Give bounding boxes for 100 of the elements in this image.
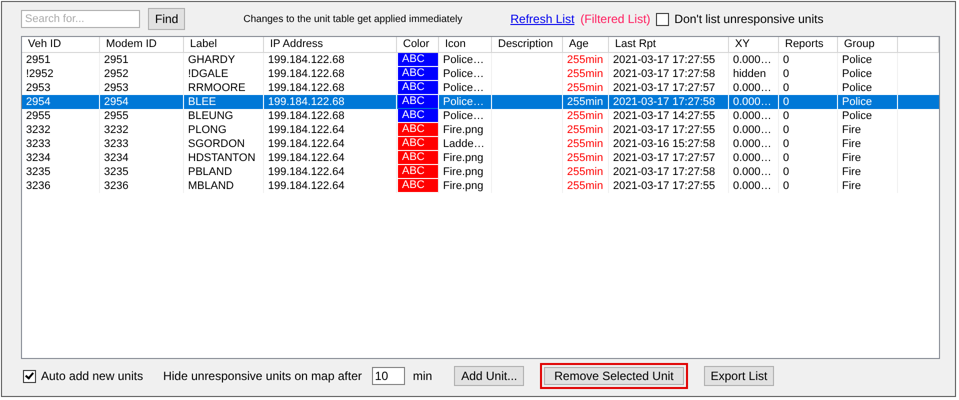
table-cell: 199.184.122.64 <box>264 123 397 137</box>
table-row[interactable]: 3234 3234 HDSTANTON 199.184.122.64 ABC Fire.png 255min 2021-03-17 17:27:57 0.000… 0 Fire <box>22 151 939 165</box>
filter-status: (Filtered List) <box>580 12 650 26</box>
table-cell: 2951 <box>100 53 184 67</box>
table-cell: 0.000… <box>729 179 779 193</box>
table-row[interactable]: 3233 3233 SGORDON 199.184.122.64 ABC Ladde… 255min 2021-03-16 15:27:58 0.000… 0 Fire <box>22 137 939 151</box>
table-cell: Police <box>838 95 898 109</box>
refresh-link[interactable]: Refresh List <box>510 12 574 26</box>
table-cell: 3235 <box>100 165 184 179</box>
table-cell: 0.000… <box>729 95 779 109</box>
table-row[interactable]: 3232 3232 PLONG 199.184.122.64 ABC Fire.png 255min 2021-03-17 17:27:55 0.000… 0 Fire <box>22 123 939 137</box>
table-row[interactable]: 2951 2951 GHARDY 199.184.122.68 ABC Police… 255min 2021-03-17 17:27:55 0.000… 0 Police <box>22 53 939 67</box>
table-row[interactable]: 2954 2954 BLEE 199.184.122.68 ABC Police… 255min 2021-03-17 17:27:58 0.000… 0 Police <box>22 95 939 109</box>
action-button[interactable]: Add Unit... <box>454 366 524 386</box>
notice-text: Changes to the unit table get applied immediately <box>243 14 462 24</box>
action-button[interactable]: Export List <box>704 366 774 386</box>
table-cell: 0 <box>779 123 838 137</box>
table-cell: 255min <box>563 179 609 193</box>
table-cell: Fire <box>838 179 898 193</box>
table-row[interactable]: 3235 3235 PBLAND 199.184.122.64 ABC Fire.png 255min 2021-03-17 17:27:58 0.000… 0 Fire <box>22 165 939 179</box>
table-cell: Fire.png <box>439 179 492 193</box>
table-cell: 3236 <box>100 179 184 193</box>
table-cell: Fire.png <box>439 151 492 165</box>
column-header[interactable]: Veh ID <box>22 37 100 53</box>
minutes-unit: min <box>412 369 432 383</box>
table-cell: 255min <box>563 151 609 165</box>
table-cell: 3234 <box>100 151 184 165</box>
color-swatch: ABC <box>398 165 438 178</box>
table-cell: 3232 <box>22 123 100 137</box>
table-cell: 255min <box>563 123 609 137</box>
auto-add-checkbox[interactable]: Auto add new units <box>23 369 144 383</box>
table-cell: HDSTANTON <box>184 151 264 165</box>
table-cell: 0 <box>779 109 838 123</box>
table-cell: 0.000… <box>729 109 779 123</box>
table-cell: Police <box>838 67 898 81</box>
hide-label: Hide unresponsive units on map after <box>163 369 362 383</box>
table-row[interactable]: !2952 2952 !DGALE 199.184.122.68 ABC Police… 255min 2021-03-17 17:27:58 hidden 0 Police <box>22 67 939 81</box>
color-swatch: ABC <box>398 123 438 136</box>
table-cell: Police… <box>439 67 492 81</box>
table-cell: 0.000… <box>729 123 779 137</box>
table-cell: 2954 <box>100 95 184 109</box>
table-cell: Fire.png <box>439 123 492 137</box>
table-cell: 0 <box>779 137 838 151</box>
action-button[interactable]: Remove Selected Unit <box>540 363 688 389</box>
table-cell: Fire <box>838 151 898 165</box>
table-cell: SGORDON <box>184 137 264 151</box>
color-swatch: ABC <box>398 151 438 164</box>
table-cell: Police <box>838 109 898 123</box>
table-cell: 2955 <box>22 109 100 123</box>
table-cell: 0.000… <box>729 53 779 67</box>
table-cell: 255min <box>563 67 609 81</box>
table-cell: 199.184.122.64 <box>264 165 397 179</box>
table-cell: 3232 <box>100 123 184 137</box>
table-cell: 0 <box>779 67 838 81</box>
table-cell: 255min <box>563 53 609 67</box>
column-header[interactable]: XY <box>729 37 779 53</box>
minutes-field[interactable]: 10 <box>372 367 405 385</box>
table-cell: 199.184.122.68 <box>264 67 397 81</box>
column-header[interactable]: Label <box>184 37 264 53</box>
column-header[interactable]: Last Rpt <box>609 37 729 53</box>
table-cell: hidden <box>729 67 779 81</box>
table-cell: 3233 <box>22 137 100 151</box>
column-header[interactable]: Group <box>838 37 898 53</box>
color-swatch: ABC <box>398 53 438 66</box>
color-swatch: ABC <box>398 95 438 108</box>
table-cell: Fire <box>838 123 898 137</box>
column-header[interactable]: Age <box>563 37 609 53</box>
table-cell: 199.184.122.64 <box>264 179 397 193</box>
table-cell: 2021-03-16 15:27:58 <box>609 137 729 151</box>
table-cell: 2955 <box>100 109 184 123</box>
table-cell: BLEE <box>184 95 264 109</box>
color-swatch: ABC <box>398 81 438 94</box>
table-row[interactable]: 3236 3236 MBLAND 199.184.122.64 ABC Fire.png 255min 2021-03-17 17:27:55 0.000… 0 Fire <box>22 179 939 193</box>
table-cell: 199.184.122.64 <box>264 151 397 165</box>
table-cell: 2954 <box>22 95 100 109</box>
table-cell: !2952 <box>22 67 100 81</box>
hide-unresponsive-checkbox[interactable]: Don't list unresponsive units <box>656 12 824 26</box>
table-cell: Police… <box>439 95 492 109</box>
column-header[interactable]: IP Address <box>264 37 397 53</box>
table-cell: 0.000… <box>729 165 779 179</box>
empty-column-header <box>898 37 939 53</box>
column-header[interactable]: Modem ID <box>100 37 184 53</box>
table-cell: 2021-03-17 17:27:58 <box>609 67 729 81</box>
table-cell: 0 <box>779 95 838 109</box>
color-swatch: ABC <box>398 67 438 80</box>
search-field[interactable]: Search for... <box>21 10 140 28</box>
table-cell: GHARDY <box>184 53 264 67</box>
column-header[interactable]: Description <box>492 37 563 53</box>
table-cell: 3235 <box>22 165 100 179</box>
column-header[interactable]: Icon <box>439 37 492 53</box>
table-cell: 2952 <box>100 67 184 81</box>
color-swatch: ABC <box>398 109 438 122</box>
table-row[interactable]: 2955 2955 BLEUNG 199.184.122.68 ABC Police… 255min 2021-03-17 14:27:55 0.000… 0 Police <box>22 109 939 123</box>
table-cell: 199.184.122.64 <box>264 137 397 151</box>
find-button[interactable]: Find <box>148 8 186 30</box>
column-header[interactable]: Reports <box>779 37 838 53</box>
color-swatch: ABC <box>398 137 438 150</box>
table-cell: 2951 <box>22 53 100 67</box>
table-cell: 2021-03-17 17:27:55 <box>609 53 729 67</box>
table-cell: 0.000… <box>729 151 779 165</box>
